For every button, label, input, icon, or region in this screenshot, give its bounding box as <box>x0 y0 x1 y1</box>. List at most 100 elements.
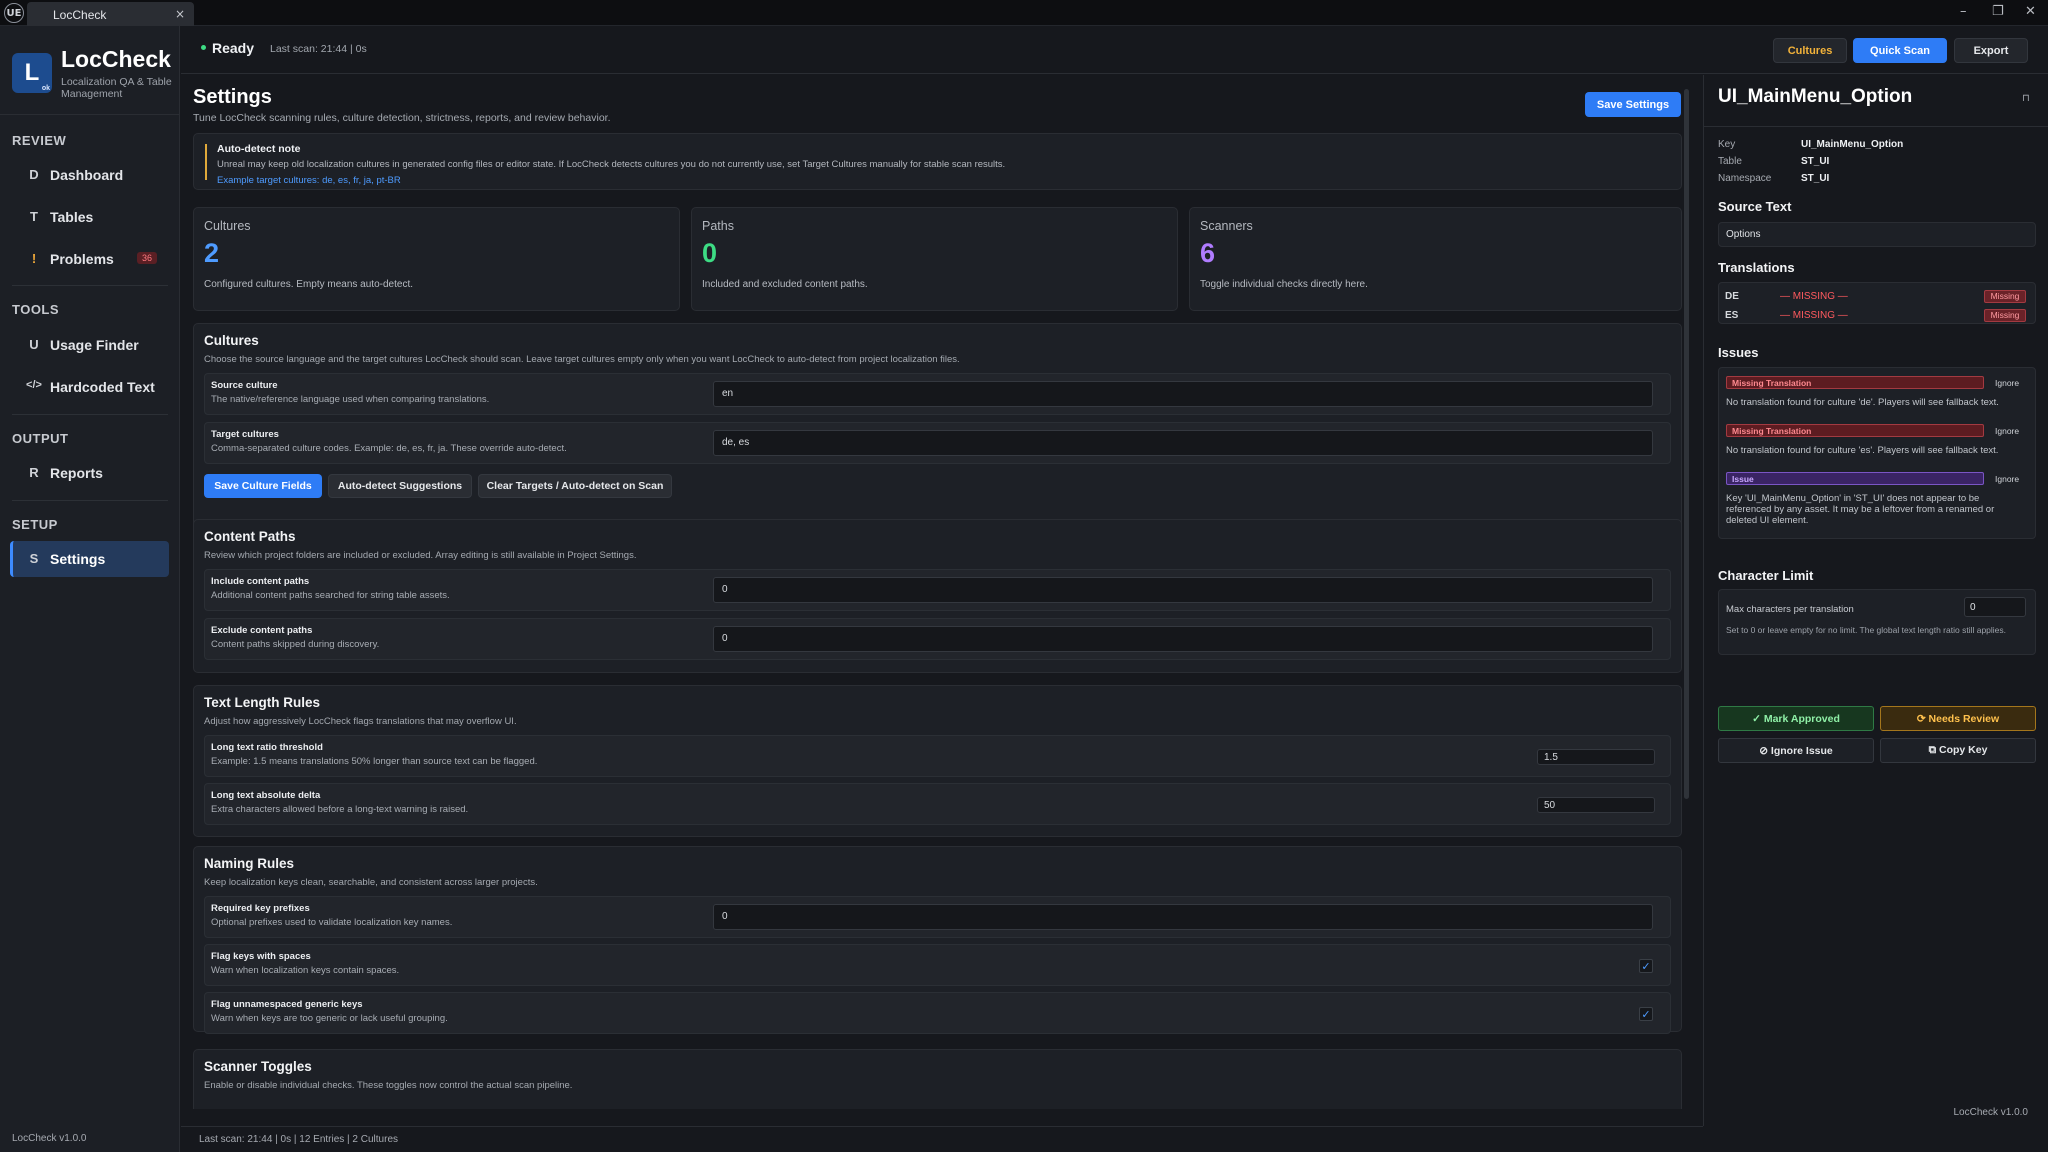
restore-icon[interactable]: ❐ <box>1992 4 2004 19</box>
source-text-heading: Source Text <box>1718 199 1792 214</box>
sidebar-item-hardcoded-text[interactable]: </> Hardcoded Text <box>10 369 169 405</box>
save-settings-button[interactable]: Save Settings <box>1585 92 1681 117</box>
card-title: Cultures <box>204 333 259 348</box>
sidebar-item-label: Dashboard <box>50 167 124 183</box>
source-culture-input[interactable]: en <box>713 381 1653 407</box>
card-subtitle: Review which project folders are include… <box>204 550 637 561</box>
stat-label: Scanners <box>1200 219 1253 233</box>
translations-heading: Translations <box>1718 260 1795 275</box>
logo-sub: ok <box>41 85 50 92</box>
mark-approved-button[interactable]: ✓ Mark Approved <box>1718 706 1874 731</box>
app-subtitle: Localization QA & Table Management <box>61 76 172 100</box>
row-desc: Comma-separated culture codes. Example: … <box>211 443 567 454</box>
issue-type-badge: Missing Translation <box>1726 376 1984 389</box>
flag-generic-checkbox[interactable]: ✓ <box>1639 1007 1653 1021</box>
page-title: Settings <box>193 86 272 108</box>
app-logo-icon: L ok <box>12 53 52 93</box>
unreal-logo-icon: UE <box>4 3 24 23</box>
card-title: Naming Rules <box>204 856 295 871</box>
exclude-paths-input[interactable]: 0 <box>713 626 1653 652</box>
sidebar-item-settings[interactable]: S Settings <box>10 541 169 577</box>
copy-key-button[interactable]: ⧉ Copy Key <box>1880 738 2036 763</box>
cultures-button[interactable]: Cultures <box>1773 38 1847 63</box>
ignore-issue-link[interactable]: Ignore <box>1995 426 2019 436</box>
export-button[interactable]: Export <box>1954 38 2028 63</box>
last-scan-meta: Last scan: 21:44 | 0s <box>270 43 367 55</box>
sidebar-item-usage-finder[interactable]: U Usage Finder <box>10 327 169 363</box>
row-label: Long text absolute delta <box>211 790 321 801</box>
key-prefixes-input[interactable]: 0 <box>713 904 1653 930</box>
ratio-threshold-input[interactable]: 1.5 <box>1537 749 1655 765</box>
stat-card-paths: Paths 0 Included and excluded content pa… <box>691 207 1178 311</box>
absolute-delta-input[interactable]: 50 <box>1537 797 1655 813</box>
card-title: Scanner Toggles <box>204 1059 312 1074</box>
table-value: ST_UI <box>1801 156 1830 167</box>
scrollbar[interactable] <box>1684 89 1689 799</box>
tab-loccheck[interactable]: LocCheck × <box>27 2 194 26</box>
character-limit-box: Max characters per translation 0 Set to … <box>1718 589 2036 655</box>
naming-rules-card: Naming Rules Keep localization keys clea… <box>193 846 1682 1034</box>
sidebar: L ok LocCheck Localization QA & Table Ma… <box>0 26 180 1152</box>
save-culture-fields-button[interactable]: Save Culture Fields <box>204 474 322 498</box>
sidebar-item-tables[interactable]: T Tables <box>10 199 169 235</box>
auto-detect-suggestions-button[interactable]: Auto-detect Suggestions <box>328 474 472 498</box>
clear-targets-button[interactable]: Clear Targets / Auto-detect on Scan <box>478 474 672 498</box>
status-bar: Last scan: 21:44 | 0s | 12 Entries | 2 C… <box>181 1126 1703 1152</box>
stat-value: 2 <box>204 238 220 268</box>
page-subtitle: Tune LocCheck scanning rules, culture de… <box>193 112 611 124</box>
sidebar-item-problems[interactable]: ! Problems 36 <box>10 241 169 277</box>
translation-value: — MISSING — <box>1780 291 1848 302</box>
card-subtitle: Keep localization keys clean, searchable… <box>204 877 538 888</box>
card-subtitle: Adjust how aggressively LocCheck flags t… <box>204 716 517 727</box>
note-title: Auto-detect note <box>217 143 301 155</box>
ignore-issue-link[interactable]: Ignore <box>1995 378 2019 388</box>
source-culture-row: Source culture The native/reference lang… <box>204 373 1671 415</box>
namespace-value: ST_UI <box>1801 173 1830 184</box>
char-limit-input[interactable]: 0 <box>1964 597 2026 617</box>
flag-spaces-checkbox[interactable]: ✓ <box>1639 959 1653 973</box>
translations-box: DE — MISSING — Missing ES — MISSING — Mi… <box>1718 282 2036 324</box>
stat-desc: Included and excluded content paths. <box>702 279 868 290</box>
tab-close-icon[interactable]: × <box>175 7 185 21</box>
pin-icon[interactable]: ⊓ <box>2022 93 2030 104</box>
section-tools: TOOLS <box>12 302 60 317</box>
status-text: Ready <box>212 40 255 56</box>
issues-heading: Issues <box>1718 345 1759 360</box>
sidebar-item-label: Problems <box>50 251 114 267</box>
sidebar-item-dashboard[interactable]: D Dashboard <box>10 157 169 193</box>
text-length-card: Text Length Rules Adjust how aggressivel… <box>193 685 1682 837</box>
char-limit-note: Set to 0 or leave empty for no limit. Th… <box>1726 625 2007 635</box>
sidebar-item-reports[interactable]: R Reports <box>10 455 169 491</box>
minimize-icon[interactable]: – <box>1960 4 1967 19</box>
detail-panel: UI_MainMenu_Option ⊓ Key UI_MainMenu_Opt… <box>1703 75 2048 1126</box>
character-limit-heading: Character Limit <box>1718 568 1814 583</box>
missing-badge: Missing <box>1984 309 2026 322</box>
source-text-box: Options <box>1718 222 2036 247</box>
ignore-issue-button[interactable]: ⊘ Ignore Issue <box>1718 738 1874 763</box>
needs-review-button[interactable]: ⟳ Needs Review <box>1880 706 2036 731</box>
row-label: Flag keys with spaces <box>211 951 311 962</box>
table-label: Table <box>1718 156 1742 167</box>
issue-desc: No translation found for culture 'es'. P… <box>1726 445 1999 456</box>
stat-label: Cultures <box>204 219 251 233</box>
include-paths-input[interactable]: 0 <box>713 577 1653 603</box>
title-bar: UE LocCheck × – ❐ ✕ <box>0 0 2048 26</box>
quick-scan-button[interactable]: Quick Scan <box>1853 38 1947 63</box>
alert-icon: ! <box>31 251 37 266</box>
issue-desc: No translation found for culture 'de'. P… <box>1726 397 1999 408</box>
include-paths-row: Include content paths Additional content… <box>204 569 1671 611</box>
card-title: Content Paths <box>204 529 296 544</box>
code-icon: </> <box>26 379 42 391</box>
auto-detect-note: Auto-detect note Unreal may keep old loc… <box>193 133 1682 190</box>
missing-badge: Missing <box>1984 290 2026 303</box>
stat-label: Paths <box>702 219 734 233</box>
culture-actions: Save Culture Fields Auto-detect Suggesti… <box>204 474 804 498</box>
tables-icon: T <box>30 209 38 224</box>
sidebar-item-label: Tables <box>50 209 94 225</box>
target-cultures-input[interactable]: de, es <box>713 430 1653 456</box>
close-window-icon[interactable]: ✕ <box>2025 4 2036 19</box>
note-example-link[interactable]: Example target cultures: de, es, fr, ja,… <box>217 175 401 186</box>
ignore-issue-link[interactable]: Ignore <box>1995 474 2019 484</box>
row-desc: Optional prefixes used to validate local… <box>211 917 453 928</box>
app-name: LocCheck <box>61 46 171 72</box>
